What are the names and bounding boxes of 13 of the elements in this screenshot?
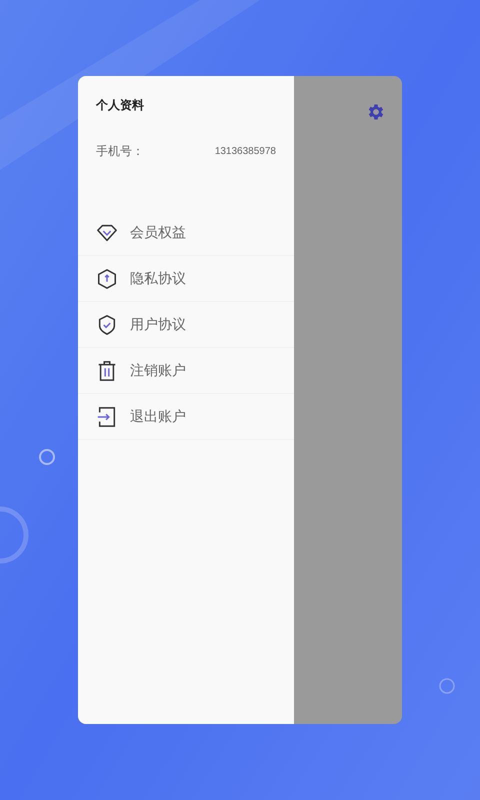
trash-icon [96,360,118,382]
shield-check-icon [96,314,118,336]
exit-icon [96,406,118,428]
drawer-title: 个人资料 [94,97,145,114]
shield-icon [96,268,118,290]
phone-label: 手机号： [96,143,144,160]
menu-item[interactable]: 隐私协议 [78,256,294,302]
menu-item[interactable]: 用户协议 [78,302,294,348]
menu-item[interactable]: 会员权益 [78,210,294,256]
phone-number: 13136385978 [214,144,276,158]
settings-icon[interactable] [366,102,386,122]
menu-item[interactable]: 注销账户 [78,348,294,394]
menu-item[interactable]: 退出账户 [78,394,294,440]
